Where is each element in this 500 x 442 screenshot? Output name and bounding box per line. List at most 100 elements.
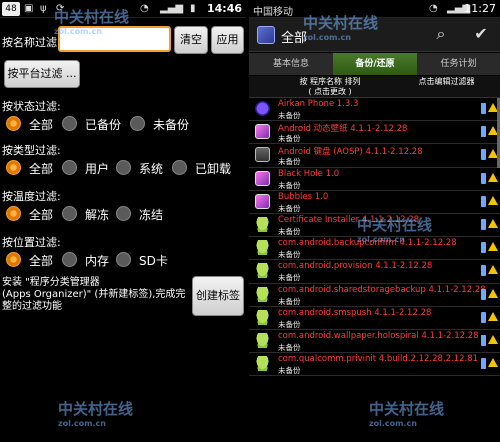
name-filter-input[interactable] (58, 26, 171, 52)
phone-memory-icon (481, 195, 486, 207)
android-icon (255, 332, 270, 348)
temperature-filter-group: 全部 解冻 冻结 (6, 204, 242, 224)
warning-icon (488, 311, 498, 321)
status-time: 14:46 (206, 2, 242, 15)
radio-icon (172, 160, 187, 175)
radio-icon (62, 252, 77, 267)
app-icon (255, 147, 270, 163)
list-item[interactable]: Android 键盘 (AOSP) 4.1.1-2.12.28 未备份 (249, 144, 500, 168)
phone-memory-icon (481, 311, 486, 323)
status-bar: 中国移动 ◔ ▂▄▆ 11:27 (249, 0, 500, 18)
radio-icon (62, 160, 77, 175)
wifi-icon: ◔ (429, 3, 438, 14)
hint-line: 整的过滤功能 (2, 301, 62, 312)
tab-backup-restore[interactable]: 备份/还原 (333, 53, 417, 75)
list-item[interactable]: Bubbles 1.0 未备份 (249, 191, 500, 214)
app-icon (255, 101, 270, 116)
wifi-icon: ◔ (140, 3, 149, 14)
radio-selected-icon (6, 206, 21, 221)
list-item[interactable]: com.android.smspush 4.1.1-2.12.28 未备份 (249, 307, 500, 330)
battery-icon: ▮ (190, 3, 196, 14)
android-icon (255, 240, 270, 256)
radio-selected-icon (6, 116, 21, 131)
list-header: 按 程序名称 排列 ( 点击更改 ) 点击编辑过滤器 (249, 76, 500, 98)
android-icon (255, 286, 270, 302)
apply-button[interactable]: 应用 (211, 26, 244, 54)
warning-icon (488, 242, 498, 252)
list-item[interactable]: com.android.sharedstoragebackup 4.1.1-2.… (249, 284, 500, 307)
page-title: 全部 (281, 31, 308, 46)
phone-memory-icon (481, 103, 486, 114)
search-icon[interactable]: ⌕ (431, 24, 451, 44)
android-icon (255, 356, 270, 372)
radio-selected-icon (6, 252, 21, 267)
phone-memory-icon (481, 358, 486, 370)
tab-schedules[interactable]: 任务计划 (417, 53, 500, 75)
warning-icon (488, 358, 498, 368)
phone-memory-icon (481, 126, 486, 138)
type-filter-group: 全部 用户 系统 已卸载 (6, 158, 242, 178)
phone-memory-icon (481, 218, 486, 230)
radio-icon (130, 116, 145, 131)
edit-filters-link[interactable]: 点击编辑过滤器 (399, 77, 494, 87)
radio-icon (62, 116, 77, 131)
radio-icon (116, 160, 131, 175)
warning-icon (488, 288, 498, 298)
list-item[interactable]: Android 动态壁纸 4.1.1-2.12.28 未备份 (249, 121, 500, 145)
status-time: 11:27 (464, 2, 496, 15)
hint-line: (Apps Organizer)" (并新建标签),完成完 (2, 289, 186, 300)
list-item[interactable]: com.android.backupconfirm 4.1.1-2.12.28 未… (249, 237, 500, 261)
phone-memory-icon (481, 288, 486, 300)
state-filter-group: 全部 已备份 未备份 (6, 114, 242, 134)
carrier-name: 中国移动 (253, 7, 293, 18)
create-tag-button[interactable]: 创建标签 (192, 276, 244, 316)
warning-icon (488, 334, 498, 344)
list-item[interactable]: com.android.provision 4.1.1-2.12.28 未备份 (249, 260, 500, 284)
notification-icon: ▣ (24, 3, 34, 14)
status-bar: 48 ▣ ψ ⟳ ◔ ▂▄▆ ▮ 14:46 (0, 0, 246, 18)
phone-memory-icon (481, 172, 486, 184)
type-filter-label: 按类型过滤: (2, 144, 61, 157)
warning-icon (488, 172, 498, 182)
list-item[interactable]: com.qualcomm.privinit 4.build.2.12.28.2.… (249, 353, 500, 377)
notification-count-badge: 48 (2, 2, 20, 16)
app-icon (255, 193, 270, 209)
watermark: 中关村在线 zol.com.cn (58, 400, 134, 428)
list-item[interactable]: Airkan Phone 1.3.3 未备份 (249, 98, 500, 122)
radio-icon (116, 206, 131, 221)
location-filter-label: 按位置过滤: (2, 236, 61, 249)
name-filter-label: 按名称过滤: (2, 36, 61, 49)
warning-icon (488, 218, 498, 228)
android-icon (255, 216, 270, 232)
phone-memory-icon (481, 149, 486, 161)
filter-screen: 48 ▣ ψ ⟳ ◔ ▂▄▆ ▮ 14:46 按名称过滤: 清空 应用 按平台过… (0, 0, 246, 442)
titanium-backup-logo-icon (257, 26, 275, 44)
android-icon (255, 263, 270, 279)
app-list: Airkan Phone 1.3.3 未备份 Android 动态壁纸 4.1.1… (249, 98, 500, 377)
watermark: 中关村在线 zol.com.cn (369, 400, 445, 428)
usb-icon: ψ (40, 3, 47, 14)
radio-icon (62, 206, 77, 221)
list-item[interactable]: Certificate Installer 4.1.1-2.12.28 未备份 (249, 214, 500, 238)
state-filter-label: 按状态过滤: (2, 100, 61, 113)
app-icon (255, 124, 270, 140)
radio-selected-icon (6, 160, 21, 175)
signal-icon: ▂▄▆ (160, 3, 184, 14)
warning-icon (488, 265, 498, 275)
phone-memory-icon (481, 265, 486, 277)
app-icon (255, 170, 270, 186)
batch-actions-icon[interactable]: ✔ (471, 24, 491, 44)
warning-icon (488, 195, 498, 205)
location-filter-group: 全部 内存 SD卡 (6, 250, 242, 270)
list-item[interactable]: com.android.wallpaper.holospiral 4.1.1-2… (249, 330, 500, 354)
list-item[interactable]: Black Hole 1.0 未备份 (249, 168, 500, 191)
sort-by-name-toggle[interactable]: 按 程序名称 排列 ( 点击更改 ) (275, 77, 385, 97)
android-icon (255, 309, 270, 325)
tab-bar: 基本信息 备份/还原 任务计划 (249, 53, 500, 75)
tab-overview[interactable]: 基本信息 (249, 53, 333, 75)
clear-button[interactable]: 清空 (174, 26, 208, 54)
phone-memory-icon (481, 334, 486, 346)
platform-filter-button[interactable]: 按平台过滤 ... (4, 60, 80, 88)
action-bar: 全部 ⌕ ✔ (249, 18, 500, 52)
apps-organizer-hint: 安装 "程序分类管理器 (Apps Organizer)" (并新建标签),完成… (2, 277, 190, 313)
